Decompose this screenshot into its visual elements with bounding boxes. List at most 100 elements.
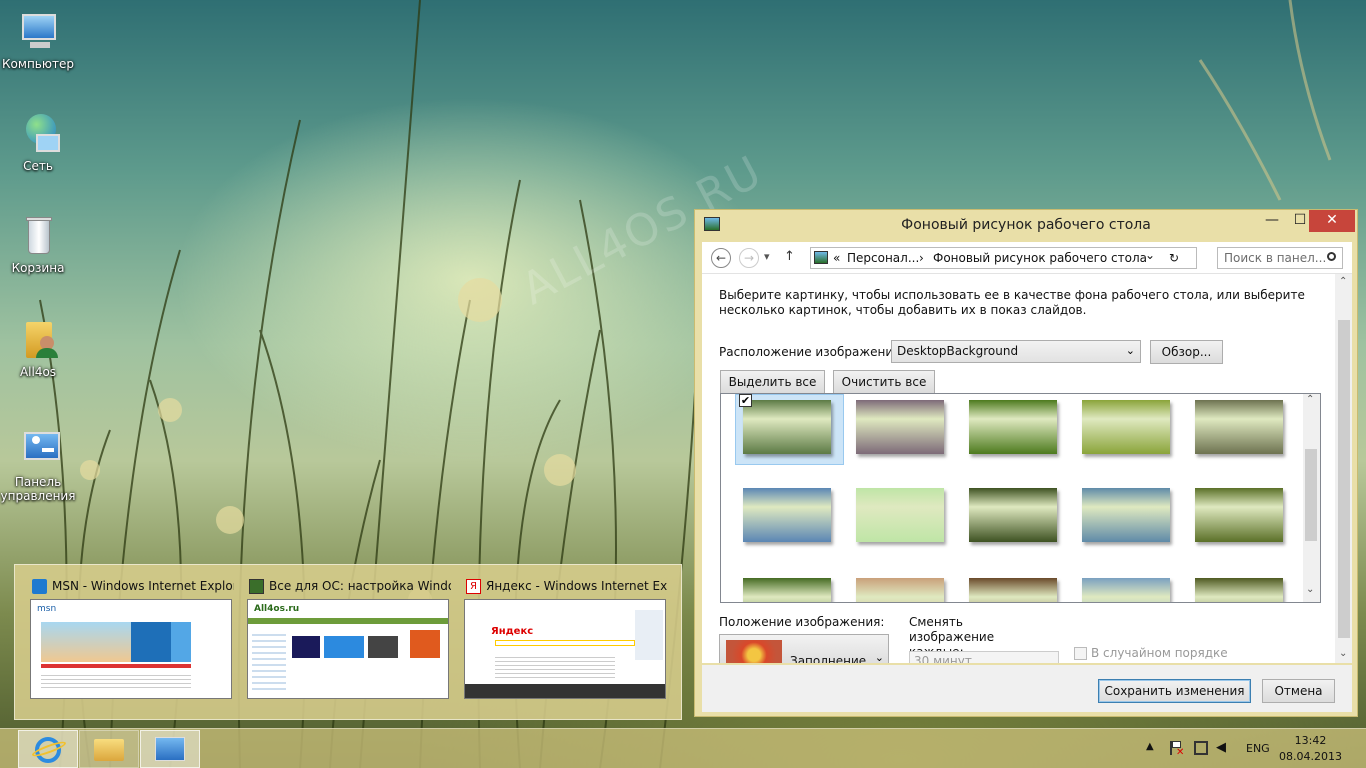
- save-changes-button[interactable]: Сохранить изменения: [1098, 679, 1251, 703]
- grid-scroll-thumb[interactable]: [1305, 449, 1317, 541]
- taskbar-explorer[interactable]: [79, 730, 139, 768]
- scroll-thumb[interactable]: [1338, 320, 1350, 638]
- taskbar-internet-explorer[interactable]: [18, 730, 78, 768]
- control-panel-icon: [14, 428, 62, 472]
- chevron-down-icon: ⌄: [874, 651, 884, 663]
- close-button[interactable]: ✕: [1309, 210, 1355, 232]
- preview-site-name: Яндекс: [491, 626, 534, 637]
- content-area: Выберите картинку, чтобы использовать ее…: [702, 274, 1352, 663]
- minimize-button[interactable]: —: [1257, 210, 1287, 232]
- scroll-down-icon[interactable]: ⌄: [1339, 648, 1347, 659]
- dialog-footer: Сохранить изменения Отмена: [702, 665, 1352, 712]
- show-hidden-icons-icon[interactable]: ▲: [1146, 741, 1154, 752]
- search-input[interactable]: Поиск в панел...: [1224, 251, 1326, 265]
- volume-icon[interactable]: ◀: [1216, 740, 1226, 755]
- thumbnail-all4os[interactable]: Все для ОС: настройка Windo... All4os.ru: [247, 577, 451, 699]
- desktop-icon-network[interactable]: Сеть: [0, 112, 76, 173]
- desktop-icon-label: Корзина: [11, 261, 65, 275]
- notification-area: ▲ ✕ ◀ ENG: [1146, 729, 1286, 768]
- desktop-icon-label: Панель управления: [0, 475, 76, 503]
- clock[interactable]: 13:42 08.04.2013: [1279, 733, 1342, 765]
- grid-scroll-down-icon[interactable]: ⌄: [1306, 584, 1314, 595]
- clock-date: 08.04.2013: [1279, 750, 1342, 763]
- wallpaper-tile[interactable]: [856, 400, 944, 454]
- chevron-down-icon: ⌄: [1125, 344, 1135, 357]
- breadcrumb-separator: ›: [919, 251, 924, 265]
- wallpaper-tile[interactable]: [1082, 488, 1170, 542]
- preview-site-name: msn: [37, 604, 57, 614]
- wallpaper-tile[interactable]: [1195, 400, 1283, 454]
- content-scrollbar[interactable]: ⌃ ⌄: [1335, 274, 1352, 663]
- language-indicator[interactable]: ENG: [1246, 742, 1270, 755]
- desktop-icon-control-panel[interactable]: Панель управления: [0, 428, 76, 503]
- recycle-bin-icon: [14, 214, 62, 258]
- breadcrumb-prefix: «: [833, 251, 841, 265]
- thumbnail-title: Я Яндекс - Windows Internet Expl...: [464, 577, 668, 599]
- desktop-icon-label: All4os: [19, 365, 57, 379]
- wallpaper-tile[interactable]: [1082, 400, 1170, 454]
- desktop-icon-all4os[interactable]: All4os: [0, 318, 76, 379]
- user-folder-icon: [14, 318, 62, 362]
- wallpaper-tile[interactable]: [743, 578, 831, 602]
- network-globe-icon: [14, 112, 62, 156]
- control-panel-small-icon: [814, 251, 828, 264]
- address-bar[interactable]: « Персонал... › Фоновый рисунок рабочего…: [810, 247, 1197, 269]
- action-center-flag-icon[interactable]: ✕: [1170, 741, 1184, 758]
- desktop-icon-label: Сеть: [23, 159, 53, 173]
- wallpaper-tile[interactable]: [743, 488, 831, 542]
- wallpaper-tile[interactable]: [969, 400, 1057, 454]
- clock-time: 13:42: [1294, 734, 1327, 747]
- fill-preview-icon: [726, 640, 782, 663]
- ie-icon: [32, 579, 47, 594]
- back-button[interactable]: ←: [711, 248, 731, 268]
- breadcrumb-personalization[interactable]: Персонал...: [847, 251, 919, 265]
- wallpaper-tile[interactable]: [1195, 578, 1283, 602]
- desktop-icon-recycle-bin[interactable]: Корзина: [0, 214, 76, 275]
- position-label: Положение изображения:: [719, 615, 885, 629]
- search-box[interactable]: Поиск в панел...: [1217, 247, 1343, 269]
- address-dropdown-icon[interactable]: ⌄: [1145, 248, 1155, 262]
- scroll-up-icon[interactable]: ⌃: [1339, 276, 1347, 287]
- preview-site-name: All4os.ru: [254, 604, 300, 614]
- thumbnail-preview: All4os.ru: [247, 599, 449, 699]
- wallpaper-tile[interactable]: [1082, 578, 1170, 602]
- browse-button[interactable]: Обзор...: [1150, 340, 1223, 364]
- desktop-icon-computer[interactable]: Компьютер: [0, 10, 76, 71]
- desktop-background-window: Фоновый рисунок рабочего стола — ☐ ✕ ← →…: [694, 209, 1358, 717]
- wallpaper-tile[interactable]: [969, 488, 1057, 542]
- thumbnail-msn[interactable]: MSN - Windows Internet Explorer msn: [30, 577, 234, 699]
- cancel-button[interactable]: Отмена: [1262, 679, 1335, 703]
- folder-icon: [94, 739, 124, 761]
- wallpaper-tile[interactable]: [856, 578, 944, 602]
- grid-scroll-up-icon[interactable]: ⌃: [1306, 394, 1314, 405]
- wallpaper-tile[interactable]: [1195, 488, 1283, 542]
- breadcrumb-desktop-background[interactable]: Фоновый рисунок рабочего стола: [933, 251, 1147, 265]
- forward-button[interactable]: →: [739, 248, 759, 268]
- location-select[interactable]: DesktopBackground ⌄: [891, 340, 1141, 363]
- tile-checkbox[interactable]: ✔: [739, 394, 752, 407]
- description-text: Выберите картинку, чтобы использовать ее…: [719, 288, 1305, 317]
- search-icon: [1327, 252, 1336, 261]
- wallpaper-tile[interactable]: [743, 400, 831, 454]
- wallpaper-grid: ✔ ⌃ ⌄: [720, 393, 1321, 603]
- shuffle-label: В случайном порядке: [1091, 646, 1228, 660]
- taskbar-control-panel[interactable]: [140, 730, 200, 768]
- thumbnail-yandex[interactable]: Я Яндекс - Windows Internet Expl... Янде…: [464, 577, 668, 699]
- grid-scrollbar[interactable]: ⌃ ⌄: [1303, 394, 1320, 602]
- wallpaper-tile[interactable]: [856, 488, 944, 542]
- location-label: Расположение изображения:: [719, 345, 905, 359]
- wallpaper-tile[interactable]: [969, 578, 1057, 602]
- taskbar-thumbnail-popup: MSN - Windows Internet Explorer msn Все …: [14, 564, 682, 720]
- desktop-icon-label: Компьютер: [2, 57, 74, 71]
- thumbnail-title: Все для ОС: настройка Windo...: [247, 577, 451, 599]
- shuffle-checkbox[interactable]: [1074, 647, 1087, 660]
- refresh-icon[interactable]: ↻: [1169, 251, 1179, 265]
- up-button[interactable]: ↑: [784, 249, 795, 264]
- position-select[interactable]: Заполнение ⌄: [719, 634, 889, 663]
- recent-dropdown-icon[interactable]: ▾: [764, 250, 770, 263]
- network-icon[interactable]: [1194, 741, 1208, 755]
- clear-all-button[interactable]: Очистить все: [833, 370, 935, 394]
- thumbnail-title: MSN - Windows Internet Explorer: [30, 577, 234, 599]
- computer-icon: [14, 10, 62, 54]
- select-all-button[interactable]: Выделить все: [720, 370, 825, 394]
